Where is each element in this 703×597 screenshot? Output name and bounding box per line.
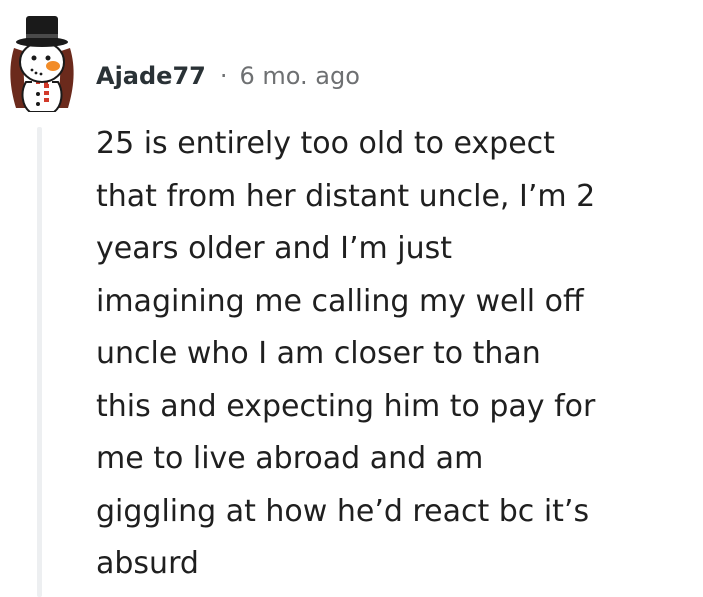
comment-body-line: me to live abroad and am [96,441,484,476]
thread-line[interactable] [37,127,42,597]
meta-separator: · [219,62,228,90]
comment: Ajade77 · 6 mo. ago 25 is entirely too o… [0,0,703,597]
snowman-avatar-icon [10,16,74,113]
comment-body-line: this and expecting him to pay for [96,388,596,424]
timestamp[interactable]: 6 mo. ago [240,62,360,90]
comment-body-line: giggling at how he’d react bc it’s [96,493,590,529]
comment-body-line: absurd [96,546,199,581]
username-link[interactable]: Ajade77 [96,62,206,90]
comment-body-line: imagining me calling my well off [96,283,584,319]
comment-body-line: that from her distant uncle, I’m 2 [96,178,596,214]
comment-body-line: uncle who I am closer to than [96,336,541,371]
comment-body-line: 25 is entirely too old to expect [96,126,555,161]
comment-body: 25 is entirely too old to expect that fr… [96,118,696,591]
comment-meta: Ajade77 · 6 mo. ago [96,58,360,94]
comment-body-line: years older and I’m just [96,231,453,266]
avatar[interactable] [6,8,78,113]
